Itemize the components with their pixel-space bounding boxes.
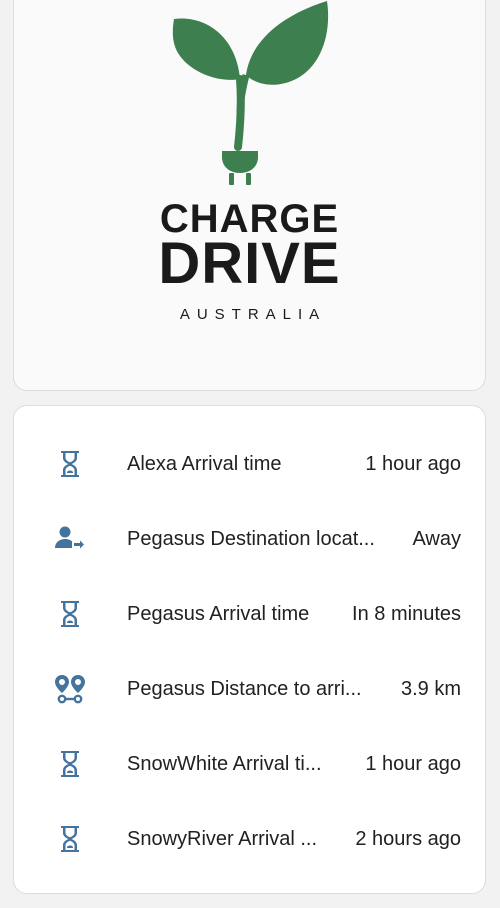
entity-name: Pegasus Arrival time <box>127 603 310 625</box>
entity-name: SnowWhite Arrival ti... <box>127 753 322 775</box>
entities-card: Alexa Arrival time 1 hour ago Pegasus De… <box>13 405 486 894</box>
entity-row-pegasus-arrival[interactable]: Pegasus Arrival time In 8 minutes <box>14 589 485 639</box>
dashboard-page: CHARGE DRIVE AUSTRALIA Alexa Arrival tim… <box>0 0 500 908</box>
logo-title-drive: DRIVE <box>158 231 341 296</box>
entity-name: SnowyRiver Arrival ... <box>127 828 318 850</box>
entity-state: 3.9 km <box>400 678 461 700</box>
timer-sand-icon <box>50 744 90 784</box>
entity-state: 2 hours ago <box>355 828 461 850</box>
entity-state: 1 hour ago <box>365 753 461 775</box>
logo-subtitle-australia: AUSTRALIA <box>179 306 327 323</box>
entity-name: Pegasus Destination locat... <box>127 528 375 550</box>
timer-sand-icon <box>50 444 90 484</box>
logo-card: CHARGE DRIVE AUSTRALIA <box>13 0 486 391</box>
entity-row-alexa-arrival[interactable]: Alexa Arrival time 1 hour ago <box>14 439 485 489</box>
entity-name: Pegasus Distance to arri... <box>127 678 362 700</box>
entity-state: 1 hour ago <box>365 453 461 475</box>
timer-sand-icon <box>50 594 90 634</box>
account-arrow-right-icon <box>50 519 90 559</box>
charge-drive-logo-icon <box>172 1 329 185</box>
entity-row-snowyriver-arrival[interactable]: SnowyRiver Arrival ... 2 hours ago <box>14 814 485 864</box>
entity-state: Away <box>412 528 461 550</box>
entity-state: In 8 minutes <box>352 603 461 625</box>
timer-sand-icon <box>50 819 90 859</box>
entity-row-snowwhite-arrival[interactable]: SnowWhite Arrival ti... 1 hour ago <box>14 739 485 789</box>
entity-name: Alexa Arrival time <box>127 453 282 475</box>
entity-row-pegasus-distance[interactable]: Pegasus Distance to arri... 3.9 km <box>14 664 485 714</box>
entity-row-pegasus-destination[interactable]: Pegasus Destination locat... Away <box>14 514 485 564</box>
map-marker-distance-icon <box>50 669 90 709</box>
